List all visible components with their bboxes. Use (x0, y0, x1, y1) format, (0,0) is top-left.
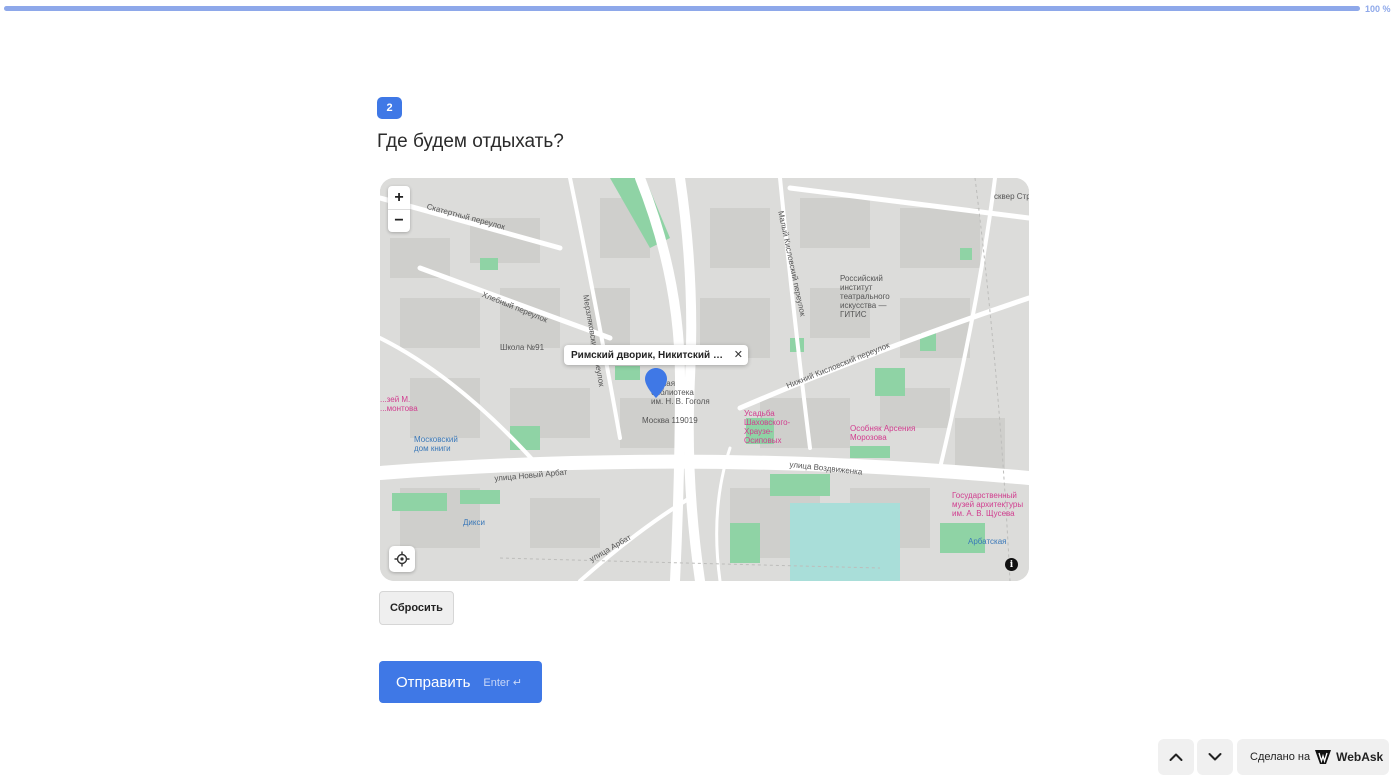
previous-question-button[interactable] (1158, 739, 1194, 775)
locate-button[interactable] (389, 546, 415, 572)
label-arbatskaya: Арбатская (968, 537, 1007, 546)
made-with-label: Сделано на (1250, 751, 1311, 763)
popup-close-icon[interactable]: ✕ (734, 348, 743, 361)
reset-button[interactable]: Сбросить (379, 591, 454, 625)
chevron-up-icon (1169, 753, 1183, 761)
progress-fill (4, 6, 1360, 11)
question-title: Где будем отдыхать? (377, 131, 564, 152)
zoom-in-button[interactable]: + (388, 186, 410, 209)
zoom-out-button[interactable]: − (388, 209, 410, 232)
label-dom-knigi: Московский дом книги (414, 435, 458, 453)
label-museum-arch: Государственный музей архитектуры им. А.… (952, 491, 1024, 518)
submit-hint: Enter ↵ (483, 676, 522, 689)
label-museum-m: ...зей М. ...монтова (380, 395, 418, 413)
made-with-webask[interactable]: Сделано на WebAsk (1237, 739, 1389, 775)
place-popup: Римский дворик, Никитский бульвар ✕ (564, 345, 748, 365)
label-diksi: Дикси (463, 518, 485, 527)
crosshair-icon (394, 551, 410, 567)
map-widget[interactable]: Скатертный переулок Хлебный переулок Мер… (380, 178, 1029, 581)
webask-logo-icon (1315, 750, 1332, 764)
info-icon[interactable]: i (1005, 558, 1018, 571)
question-number-badge: 2 (377, 97, 402, 119)
submit-button[interactable]: Отправить Enter ↵ (379, 661, 542, 703)
progress-bar (4, 6, 1360, 11)
label-skver: сквер Стр... (994, 192, 1029, 201)
label-gitis: Российский институт театрального искусст… (840, 274, 890, 319)
label-osobnyak: Особняк Арсения Морозова (850, 424, 916, 442)
map-marker-icon[interactable] (645, 368, 667, 398)
label-usadba: Усадьба Шаховского- Храузе- Осиповых (744, 409, 791, 445)
chevron-down-icon (1208, 753, 1222, 761)
label-postcode: Москва 119019 (642, 416, 698, 425)
label-school: Школа №91 (500, 343, 545, 352)
submit-label: Отправить (396, 673, 471, 691)
popup-text: Римский дворик, Никитский бульвар (571, 349, 728, 361)
next-question-button[interactable] (1197, 739, 1233, 775)
brand-name: WebAsk (1336, 750, 1384, 764)
progress-label: 100 % (1365, 4, 1391, 14)
zoom-control: + − (388, 186, 410, 232)
